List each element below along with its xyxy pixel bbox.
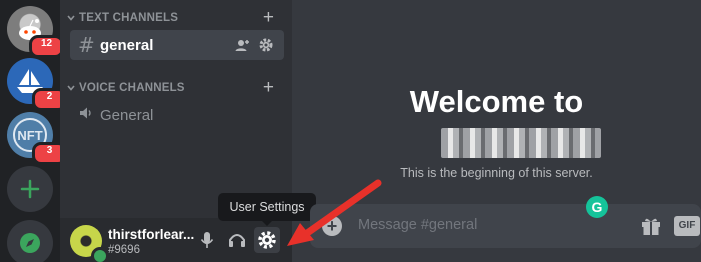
annotation-arrow-icon (287, 179, 382, 246)
